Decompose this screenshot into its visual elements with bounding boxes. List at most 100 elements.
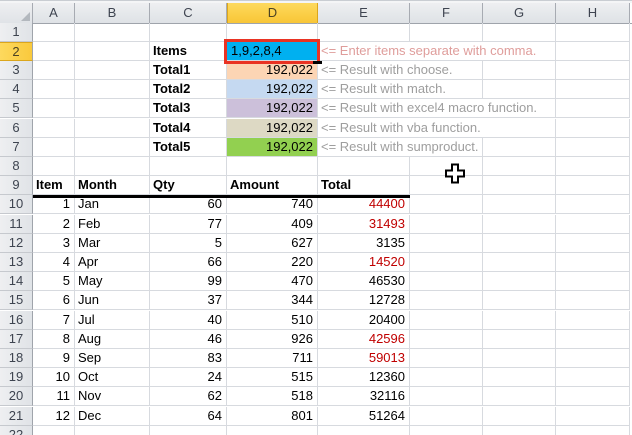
cell-A10[interactable]: 1 [33, 195, 75, 215]
cell-E14[interactable]: 46530 [318, 272, 410, 292]
cell-H9[interactable] [556, 176, 630, 196]
cell-D9[interactable]: Amount [227, 176, 318, 196]
cell-B12[interactable]: Mar [75, 233, 150, 253]
cell-E1[interactable] [318, 22, 410, 42]
row-header-12[interactable]: 12 [0, 233, 33, 253]
row-header-17[interactable]: 17 [0, 329, 33, 349]
cell-H3[interactable] [556, 60, 630, 81]
cell-D7[interactable]: 192,022 [227, 137, 318, 157]
cell-D16[interactable]: 510 [227, 310, 318, 330]
row-header-20[interactable]: 20 [0, 387, 33, 407]
cell-H17[interactable] [556, 329, 630, 349]
cell-G11[interactable] [483, 214, 556, 234]
cell-D19[interactable]: 515 [227, 368, 318, 388]
cell-D6[interactable]: 192,022 [227, 118, 318, 138]
cell-B7[interactable] [75, 137, 150, 157]
cell-A2[interactable] [33, 41, 75, 61]
row-header-6[interactable]: 6 [0, 118, 33, 138]
cell-A15[interactable]: 6 [33, 291, 75, 311]
cell-C7[interactable]: Total5 [150, 137, 227, 157]
cell-F11[interactable] [410, 214, 483, 234]
cell-G21[interactable] [483, 406, 556, 426]
cell-C5[interactable]: Total3 [150, 99, 227, 119]
select-all-corner[interactable] [0, 3, 33, 23]
cell-C6[interactable]: Total4 [150, 118, 227, 138]
cell-G12[interactable] [483, 233, 556, 253]
cell-A21[interactable]: 12 [33, 406, 75, 426]
cell-H16[interactable] [556, 310, 630, 330]
cell-C2[interactable]: Items [150, 41, 227, 61]
cell-G10[interactable] [483, 195, 556, 215]
cell-H13[interactable] [556, 252, 630, 273]
row-header-2[interactable]: 2 [0, 41, 33, 61]
cell-H4[interactable] [556, 80, 630, 100]
cell-E7[interactable]: <= Result with sumproduct. [318, 137, 482, 157]
cell-D12[interactable]: 627 [227, 233, 318, 253]
cell-E13[interactable]: 14520 [318, 252, 410, 273]
cell-B11[interactable]: Feb [75, 214, 150, 234]
cell-C11[interactable]: 77 [150, 214, 227, 234]
cell-E10[interactable]: 44400 [318, 195, 410, 215]
cell-C8[interactable] [150, 156, 227, 177]
cell-E18[interactable]: 59013 [318, 348, 410, 369]
cell-G15[interactable] [483, 291, 556, 311]
row-header-21[interactable]: 21 [0, 406, 33, 426]
cell-F12[interactable] [410, 233, 483, 253]
cell-D8[interactable] [227, 156, 318, 177]
cell-F20[interactable] [410, 387, 483, 407]
cell-H11[interactable] [556, 214, 630, 234]
cell-B21[interactable]: Dec [75, 406, 150, 426]
cell-H15[interactable] [556, 291, 630, 311]
cell-D21[interactable]: 801 [227, 406, 318, 426]
cell-B10[interactable]: Jan [75, 195, 150, 215]
row-header-5[interactable]: 5 [0, 99, 33, 119]
cell-D4[interactable]: 192,022 [227, 80, 318, 100]
cell-B22[interactable] [75, 425, 150, 435]
cell-A20[interactable]: 11 [33, 387, 75, 407]
column-header-A[interactable]: A [33, 3, 75, 23]
row-header-16[interactable]: 16 [0, 310, 33, 330]
cell-C13[interactable]: 66 [150, 252, 227, 273]
cell-F17[interactable] [410, 329, 483, 349]
cell-C16[interactable]: 40 [150, 310, 227, 330]
cell-G16[interactable] [483, 310, 556, 330]
cell-C10[interactable]: 60 [150, 195, 227, 215]
cell-E8[interactable] [318, 156, 410, 177]
cell-A7[interactable] [33, 137, 75, 157]
cell-D1[interactable] [227, 22, 318, 42]
cell-H7[interactable] [556, 137, 630, 157]
cell-B2[interactable] [75, 41, 150, 61]
cell-H2[interactable] [556, 41, 630, 61]
cell-C3[interactable]: Total1 [150, 60, 227, 81]
cell-C21[interactable]: 64 [150, 406, 227, 426]
cell-H12[interactable] [556, 233, 630, 253]
column-header-B[interactable]: B [75, 3, 150, 23]
row-header-8[interactable]: 8 [0, 156, 33, 177]
cell-B16[interactable]: Jul [75, 310, 150, 330]
cell-B3[interactable] [75, 60, 150, 81]
cell-A8[interactable] [33, 156, 75, 177]
cell-C20[interactable]: 62 [150, 387, 227, 407]
cell-F13[interactable] [410, 252, 483, 273]
cell-H8[interactable] [556, 156, 630, 177]
cell-E2[interactable]: <= Enter items separate with comma. [318, 41, 540, 61]
cell-F15[interactable] [410, 291, 483, 311]
row-header-13[interactable]: 13 [0, 252, 33, 273]
cell-B15[interactable]: Jun [75, 291, 150, 311]
cell-B18[interactable]: Sep [75, 348, 150, 369]
cell-G9[interactable] [483, 176, 556, 196]
cell-A9[interactable]: Item [33, 176, 75, 196]
cell-B17[interactable]: Aug [75, 329, 150, 349]
column-header-F[interactable]: F [410, 3, 483, 23]
cell-B20[interactable]: Nov [75, 387, 150, 407]
cell-E12[interactable]: 3135 [318, 233, 410, 253]
cell-A3[interactable] [33, 60, 75, 81]
cell-F14[interactable] [410, 272, 483, 292]
cell-H22[interactable] [556, 425, 630, 435]
cell-C15[interactable]: 37 [150, 291, 227, 311]
cell-A5[interactable] [33, 99, 75, 119]
cell-A18[interactable]: 9 [33, 348, 75, 369]
cell-F22[interactable] [410, 425, 483, 435]
cell-G17[interactable] [483, 329, 556, 349]
cell-A14[interactable]: 5 [33, 272, 75, 292]
